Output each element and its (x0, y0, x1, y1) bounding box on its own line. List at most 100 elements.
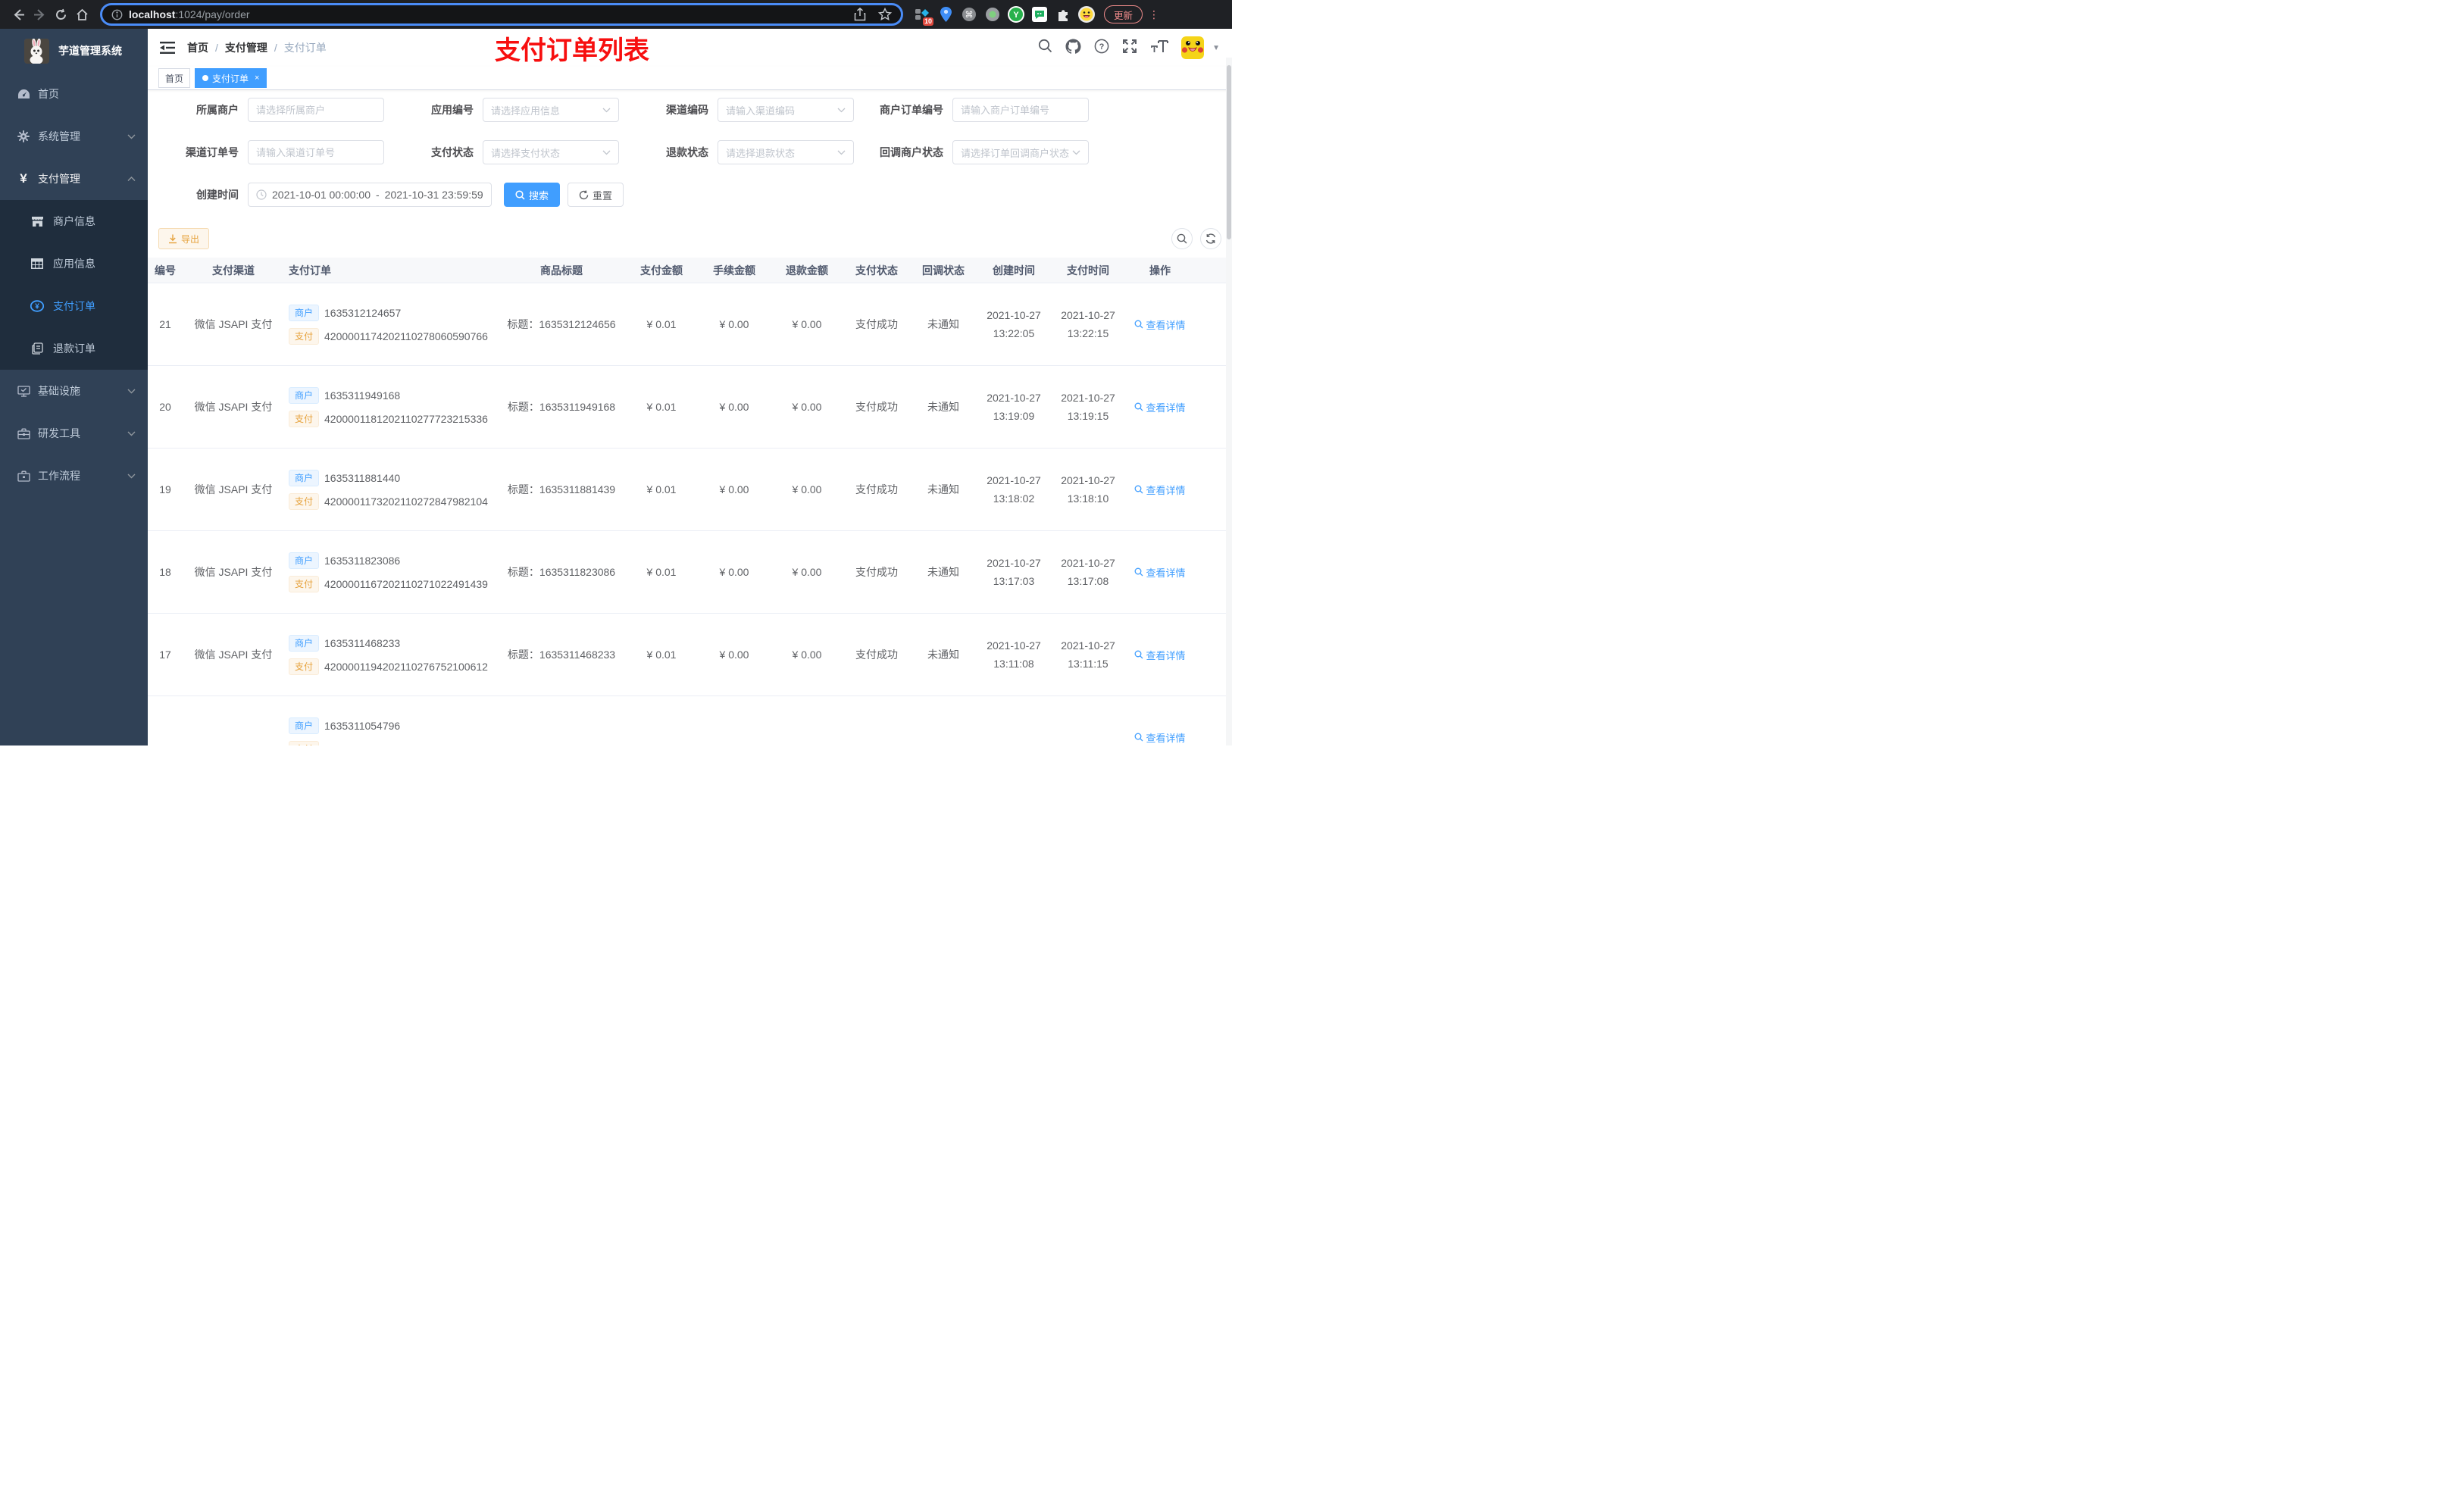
cell-id: 18 (159, 566, 171, 578)
search-button[interactable]: 搜索 (504, 183, 561, 207)
sidebar-collapse-button[interactable] (160, 41, 175, 55)
browser-back-button[interactable] (8, 4, 29, 25)
font-size-button[interactable] (1150, 39, 1169, 57)
user-avatar[interactable] (1181, 36, 1205, 59)
sidebar-item-label: 商户信息 (53, 215, 95, 227)
sidebar-item-payment[interactable]: ¥ 支付管理 (0, 158, 148, 200)
pay-tag-badge: 支付 (289, 740, 320, 746)
monitor-icon (17, 385, 30, 397)
filter-label: 应用编号 (431, 104, 474, 116)
view-detail-link[interactable]: 查看详情 (1134, 483, 1186, 497)
cell-notify-status: 未通知 (927, 566, 959, 578)
extension-pin-icon[interactable] (937, 6, 954, 23)
sidebar-logo[interactable]: 芋道管理系统 (0, 29, 148, 73)
sidebar-item-home[interactable]: 首页 (0, 73, 148, 115)
sidebar-item-label: 工作流程 (38, 470, 80, 482)
extension-emoji-avatar[interactable] (1078, 6, 1095, 23)
refund-status-select[interactable]: 请选择退款状态 (718, 140, 854, 164)
breadcrumb-home[interactable]: 首页 (187, 40, 208, 55)
scrollbar-thumb[interactable] (1227, 65, 1231, 239)
sidebar-item-system[interactable]: 系统管理 (0, 115, 148, 158)
browser-menu-button[interactable]: ⋮ (1149, 9, 1159, 20)
extension-command-icon[interactable]: ⌘ (961, 6, 977, 23)
download-icon (169, 234, 177, 243)
address-bar[interactable]: localhost:1024/pay/order (100, 3, 903, 26)
refresh-table-button[interactable] (1200, 228, 1221, 249)
tag-home[interactable]: 首页 (158, 68, 191, 88)
gear-icon (17, 130, 30, 142)
view-detail-link[interactable]: 查看详情 (1134, 317, 1186, 332)
chevron-down-icon (127, 389, 136, 394)
sidebar-item-pay-order[interactable]: ¥ 支付订单 (0, 285, 148, 327)
select-placeholder: 请选择订单回调商户状态 (961, 147, 1070, 159)
extension-y-icon[interactable]: Y (1008, 6, 1024, 23)
share-button[interactable] (854, 8, 866, 21)
cell-action: 查看详情 (1125, 531, 1195, 613)
extension-record-icon[interactable] (984, 6, 1001, 23)
cell-notify-status (910, 696, 977, 746)
github-link[interactable] (1065, 39, 1081, 58)
callback-status-select[interactable]: 请选择订单回调商户状态 (952, 140, 1089, 164)
col-header-fee: 手续金额 (713, 264, 755, 277)
filter-label: 所属商户 (196, 104, 239, 116)
app-window: 芋道管理系统 首页 系统管理 ¥ 支付管理 商户信息 应用信息 ¥ 支付订单 退… (0, 29, 1232, 746)
channel-code-select[interactable]: 请输入渠道编码 (718, 98, 854, 122)
browser-reload-button[interactable] (50, 4, 71, 25)
sidebar-item-merchant-info[interactable]: 商户信息 (0, 200, 148, 242)
sidebar-item-refund-order[interactable]: 退款订单 (0, 327, 148, 370)
cell-order: 商户 1635311949168 支付 4200001181202110277723… (284, 366, 498, 448)
sidebar-item-devtools[interactable]: 研发工具 (0, 412, 148, 455)
sidebar-item-infra[interactable]: 基础设施 (0, 370, 148, 412)
avatar-dropdown-caret[interactable]: ▼ (1212, 44, 1220, 52)
page-scrollbar[interactable] (1226, 58, 1232, 746)
extension-chat-icon[interactable] (1031, 6, 1048, 23)
view-detail-link[interactable]: 查看详情 (1134, 730, 1186, 745)
merchant-input-field[interactable] (256, 104, 376, 116)
magnifier-icon (1135, 485, 1143, 494)
merchant-input[interactable] (248, 98, 384, 122)
fullscreen-button[interactable] (1122, 39, 1137, 58)
col-header-id: 编号 (155, 264, 176, 277)
sidebar-item-workflow[interactable]: 工作流程 (0, 455, 148, 497)
filter-label: 渠道编码 (666, 104, 708, 116)
merchant-order-no-field[interactable] (961, 104, 1080, 116)
merchant-order-no-input[interactable] (952, 98, 1089, 122)
extension-tabs-icon[interactable]: 10 (914, 6, 933, 26)
browser-update-button[interactable]: 更新 (1104, 5, 1143, 23)
cell-pay-status: 支付成功 (855, 566, 898, 578)
view-detail-link[interactable]: 查看详情 (1134, 648, 1186, 662)
browser-forward-button[interactable] (29, 4, 50, 25)
view-detail-link[interactable]: 查看详情 (1134, 565, 1186, 580)
chat-icon (1032, 7, 1047, 22)
cell-action: 查看详情 (1125, 614, 1195, 695)
extension-puzzle-icon[interactable] (1055, 6, 1071, 23)
header-search-button[interactable] (1038, 39, 1052, 57)
breadcrumb-pay-manage[interactable]: 支付管理 (225, 40, 267, 55)
help-button[interactable]: ? (1094, 39, 1109, 58)
create-time-range-picker[interactable]: 2021-10-01 00:00:00 - 2021-10-31 23:59:5… (248, 183, 492, 207)
search-button-label: 搜索 (529, 189, 549, 202)
cell-amount: ¥ 0.01 (646, 566, 677, 578)
font-size-icon (1151, 39, 1169, 52)
browser-home-button[interactable] (71, 4, 92, 25)
pay-tag-badge: 支付 (289, 327, 320, 345)
reset-button[interactable]: 重置 (568, 183, 624, 207)
channel-order-no-field[interactable] (256, 146, 376, 158)
app-select[interactable]: 请选择应用信息 (483, 98, 619, 122)
site-info-icon[interactable] (111, 9, 123, 20)
sidebar-item-app-info[interactable]: 应用信息 (0, 242, 148, 285)
channel-order-no-input[interactable] (248, 140, 384, 164)
cell-amount: ¥ 0.01 (646, 649, 677, 661)
merchant-order-number: 1635312124657 (324, 306, 402, 319)
bookmark-button[interactable] (878, 8, 892, 21)
cell-order: 商户 1635311468233 支付 4200001194202110276752… (284, 614, 498, 695)
view-detail-link[interactable]: 查看详情 (1134, 400, 1186, 414)
table-row: 19 微信 JSAPI 支付 商户 1635311881440 支付 4200001… (148, 449, 1232, 531)
pay-status-select[interactable]: 请选择支付状态 (483, 140, 619, 164)
tag-pay-order-active[interactable]: 支付订单 × (195, 68, 267, 88)
export-button[interactable]: 导出 (158, 228, 210, 249)
toggle-search-button[interactable] (1171, 228, 1193, 249)
close-tag-icon[interactable]: × (255, 73, 259, 83)
filter-merchant: 所属商户 (158, 98, 384, 122)
magnifier-icon (1135, 733, 1143, 742)
